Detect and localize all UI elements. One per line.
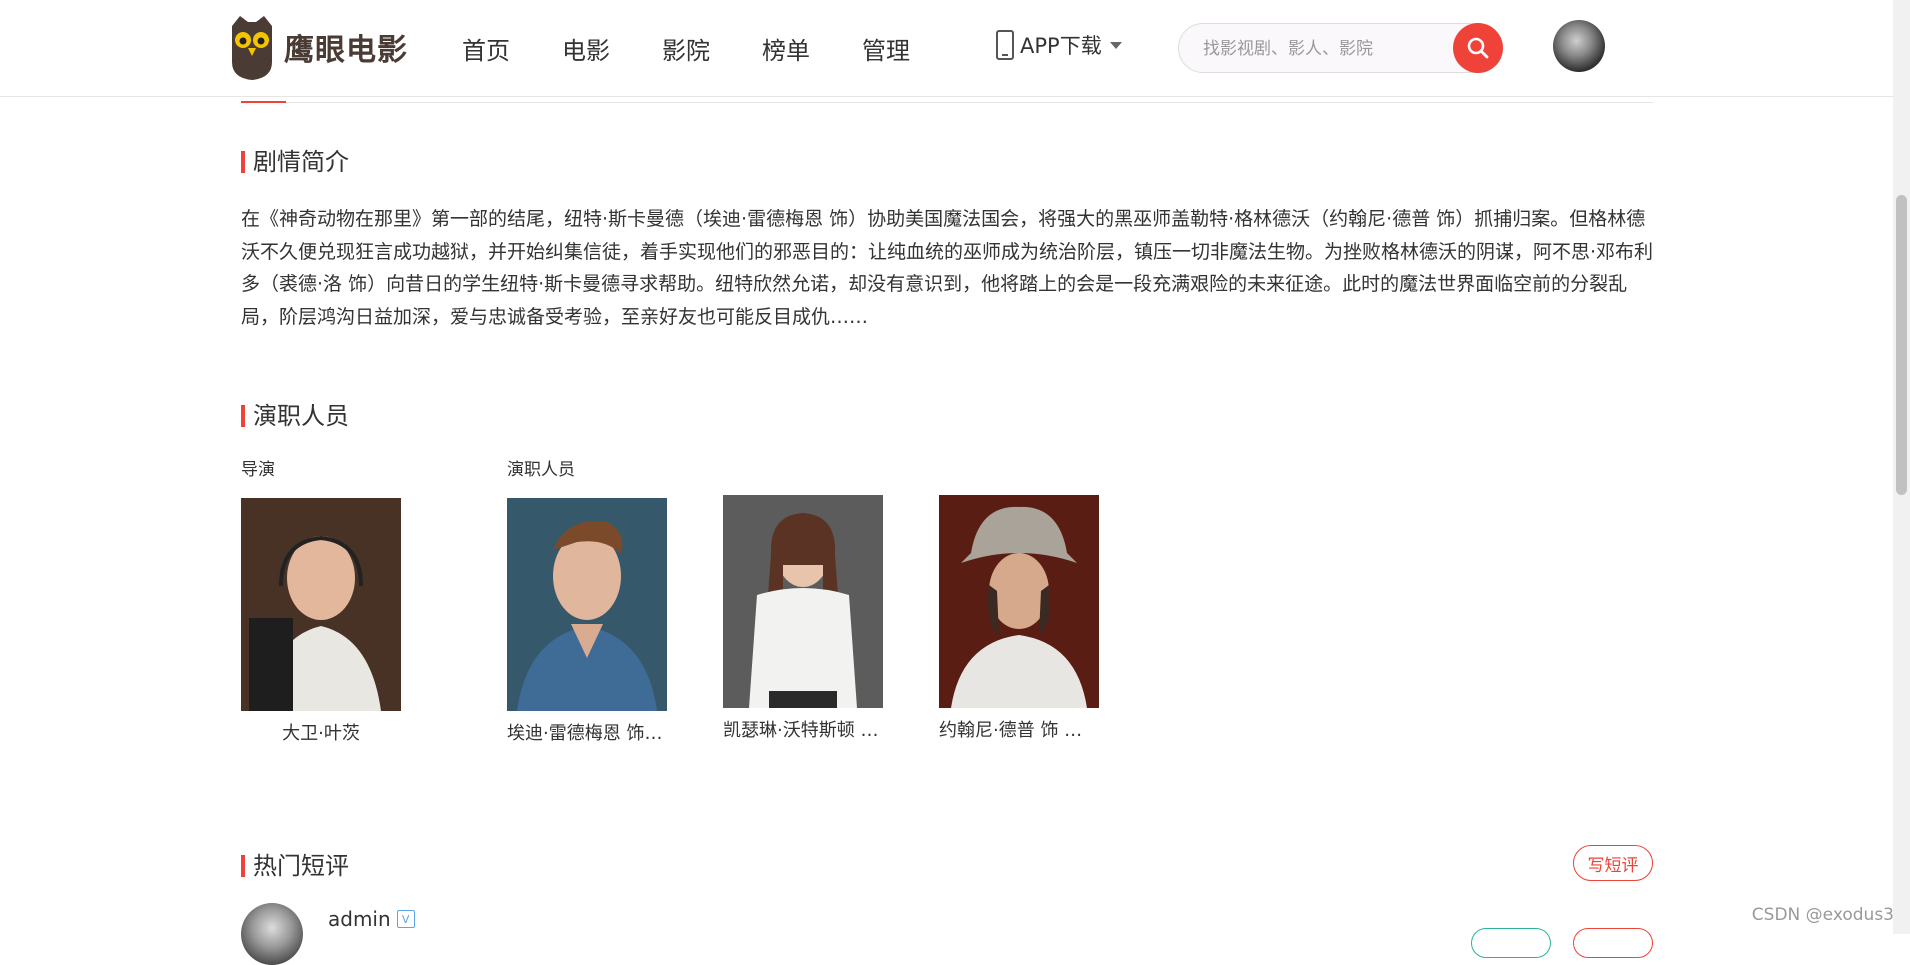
app-download-dropdown[interactable]: APP下载 xyxy=(996,30,1122,60)
scrollbar-thumb[interactable] xyxy=(1896,195,1907,495)
cast-title: 演职人员 xyxy=(241,402,349,430)
actor-name: 埃迪·雷德梅恩 饰 纽特·斯卡曼德 xyxy=(507,723,667,744)
actor-photo xyxy=(507,498,667,711)
actor-card[interactable]: 埃迪·雷德梅恩 饰 纽特·斯卡曼德 xyxy=(507,498,667,745)
nav-admin[interactable]: 管理 xyxy=(862,31,910,66)
actor-card[interactable]: 凯瑟琳·沃特斯顿 饰 蒂娜 xyxy=(723,495,883,742)
comment-action-button[interactable] xyxy=(1573,928,1653,958)
nav-rankings[interactable]: 榜单 xyxy=(762,31,810,66)
reviews-title: 热门短评 xyxy=(241,852,349,880)
main-nav: 首页 电影 影院 榜单 管理 xyxy=(462,0,962,96)
director-photo xyxy=(241,498,401,711)
director-label: 导演 xyxy=(241,460,275,480)
search-icon xyxy=(1467,37,1489,59)
user-avatar[interactable] xyxy=(1553,20,1605,72)
actor-photo xyxy=(939,495,1099,708)
nav-cinemas[interactable]: 影院 xyxy=(662,31,710,66)
logo-text: 鹰眼电影 xyxy=(284,33,408,68)
top-header: 鹰眼电影 首页 电影 影院 榜单 管理 APP下载 xyxy=(0,0,1910,97)
caret-down-icon xyxy=(1109,41,1122,49)
tab-divider xyxy=(241,102,1654,103)
active-tab-indicator xyxy=(241,101,286,103)
actor-card[interactable]: 约翰尼·德普 饰 盖勒特·格林德沃 xyxy=(939,495,1099,742)
actors-label: 演职人员 xyxy=(507,460,575,480)
synopsis-text: 在《神奇动物在那里》第一部的结尾，纽特·斯卡曼德（埃迪·雷德梅恩 饰）协助美国魔… xyxy=(241,208,1654,328)
search-input[interactable] xyxy=(1201,35,1435,63)
phone-icon xyxy=(996,30,1014,60)
actor-photo xyxy=(723,495,883,708)
director-name: 大卫·叶茨 xyxy=(282,723,360,744)
actor-name: 凯瑟琳·沃特斯顿 饰 蒂娜 xyxy=(723,720,883,741)
synopsis-title: 剧情简介 xyxy=(241,148,349,176)
site-logo[interactable]: 鹰眼电影 xyxy=(226,12,408,82)
search-button[interactable] xyxy=(1453,23,1503,73)
write-review-button[interactable]: 写短评 xyxy=(1573,845,1653,881)
owl-logo-icon xyxy=(232,16,272,80)
nav-movies[interactable]: 电影 xyxy=(562,31,610,66)
nav-home[interactable]: 首页 xyxy=(462,31,510,66)
scrollbar[interactable] xyxy=(1893,0,1910,934)
director-card[interactable]: 大卫·叶茨 xyxy=(241,498,401,745)
app-download-label: APP下载 xyxy=(1020,34,1102,58)
search-box xyxy=(1178,23,1503,73)
comment-avatar[interactable] xyxy=(241,903,303,965)
comment-user: admin V xyxy=(328,907,415,931)
actor-name: 约翰尼·德普 饰 盖勒特·格林德沃 xyxy=(939,720,1099,741)
watermark: CSDN @exodus3 xyxy=(1751,905,1894,925)
comment-action-button[interactable] xyxy=(1471,928,1551,958)
comment-username[interactable]: admin xyxy=(328,907,391,931)
vip-badge-icon: V xyxy=(396,910,415,928)
